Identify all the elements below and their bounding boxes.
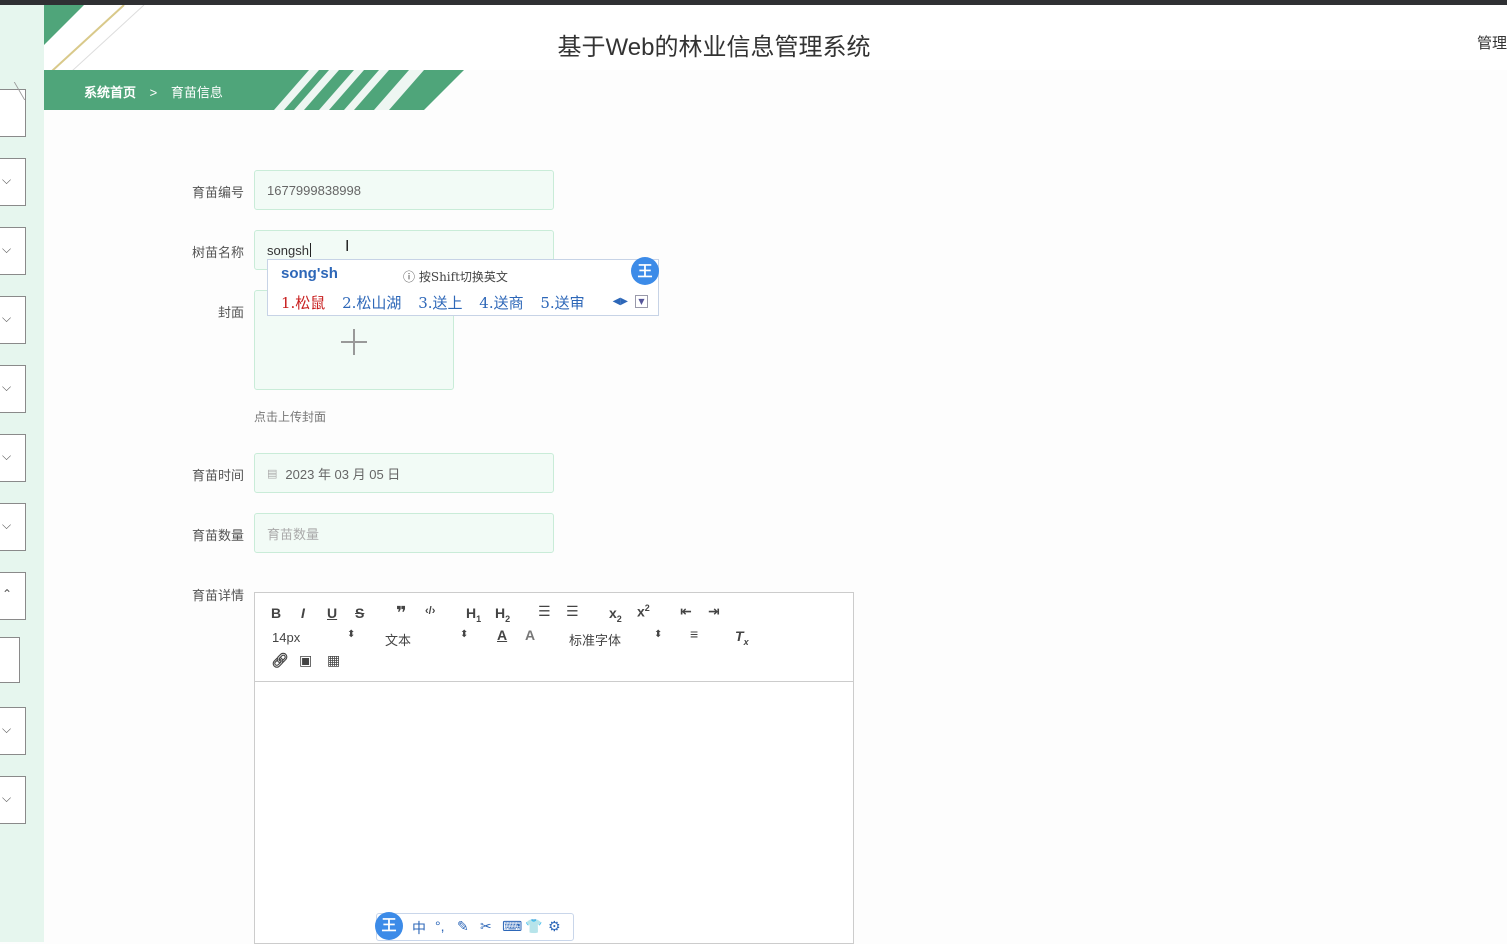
sidebar-item[interactable]: ⌵ — [0, 296, 26, 344]
seedling-id-label: 育苗编号 — [191, 185, 244, 200]
punctuation-icon[interactable]: °, — [435, 918, 445, 934]
seedling-id-input[interactable]: 1677999838998 — [254, 170, 554, 210]
calendar-icon: ▤ — [267, 467, 278, 480]
sidebar-item[interactable]: ⌵ — [0, 503, 26, 551]
font-family-select[interactable]: 标准字体 — [569, 630, 621, 649]
ime-page-arrows-icon[interactable]: ◀▶ — [613, 296, 628, 307]
details-label: 育苗详情 — [191, 588, 244, 603]
ime-candidate[interactable]: 5.送审 — [540, 294, 584, 312]
indent-icon[interactable]: ⇥ — [708, 603, 720, 620]
date-picker[interactable]: ▤ 2023 年 03 月 05 日 — [254, 453, 554, 493]
strikethrough-icon[interactable]: S — [355, 605, 364, 621]
chevron-up-icon: ⌃ — [2, 587, 13, 601]
sidebar-item[interactable]: ⌵ — [0, 365, 26, 413]
sidebar-item-edge — [13, 82, 37, 100]
ime-status-bar: 王 中 °, ✎ ✂ ⌨ 👕 ⚙ — [375, 912, 574, 941]
settings-icon[interactable]: ⚙ — [548, 918, 561, 935]
heading1-icon[interactable]: H1 — [466, 605, 481, 624]
breadcrumb-current: 育苗信息 — [170, 85, 223, 100]
sidebar-strip: ⌵ ⌵ ⌵ ⌵ ⌵ ⌵ ⌃ ⌵ ⌵ — [0, 5, 44, 942]
ime-logo-icon[interactable]: 王 — [375, 912, 403, 940]
ime-logo-icon: 王 — [631, 257, 659, 285]
sidebar-item[interactable]: ⌵ — [0, 158, 26, 206]
page-title: 基于Web的林业信息管理系统 — [557, 34, 871, 61]
sidebar-item[interactable] — [0, 82, 37, 137]
italic-icon[interactable]: I — [301, 605, 305, 621]
rich-text-editor[interactable]: B I U S ❞ ‹/› H1 H2 ☰ ☰ x2 x2 ⇤ ⇥ 14px ⬍… — [254, 592, 854, 944]
breadcrumb-home[interactable]: 系统首页 — [84, 85, 136, 100]
ime-candidate[interactable]: 1.松鼠 — [281, 294, 325, 312]
blockquote-icon[interactable]: ❞ — [396, 603, 407, 624]
bold-icon[interactable]: B — [271, 605, 281, 621]
chevron-down-icon: ⌵ — [2, 722, 12, 736]
ibeam-cursor-icon: I — [345, 238, 350, 255]
subscript-icon[interactable]: x2 — [609, 605, 622, 624]
ordered-list-icon[interactable]: ☰ — [538, 603, 551, 620]
link-icon[interactable]: 🔗︎ — [271, 652, 289, 669]
ime-expand-icon[interactable]: ▼ — [635, 295, 648, 308]
date-label: 育苗时间 — [191, 468, 244, 483]
chevron-down-icon: ⌵ — [2, 518, 12, 532]
breadcrumb: 系统首页 > 育苗信息 — [84, 82, 233, 101]
ime-candidate[interactable]: 4.送商 — [479, 294, 523, 312]
text-caret — [309, 243, 311, 257]
sidebar-item[interactable]: ⌵ — [0, 707, 26, 755]
info-icon: ⓘ — [403, 270, 416, 284]
code-icon[interactable]: ‹/› — [425, 605, 435, 617]
tree-name-label: 树苗名称 — [191, 245, 244, 260]
ime-hint-text: 按Shift切换英文 — [418, 270, 508, 284]
quantity-input[interactable]: 育苗数量 — [254, 513, 554, 553]
bullet-list-icon[interactable]: ☰ — [566, 603, 579, 620]
sidebar-item[interactable]: ⌵ — [0, 434, 26, 482]
chevron-down-icon: ⌵ — [2, 449, 12, 463]
header-select-arrow-icon: ⬍ — [460, 629, 469, 640]
plus-icon — [341, 329, 367, 355]
tree-name-value: songsh — [267, 242, 309, 258]
header: 基于Web的林业信息管理系统 管理 — [44, 5, 1507, 70]
chevron-down-icon: ⌵ — [2, 791, 12, 805]
chevron-down-icon: ⌵ — [2, 242, 12, 256]
text-color-icon[interactable]: A — [497, 627, 507, 643]
skin-icon[interactable]: 👕 — [525, 918, 542, 935]
chevron-down-icon: ⌵ — [2, 380, 12, 394]
ime-candidates: 1.松鼠 2.松山湖 3.送上 4.送商 5.送审 — [281, 292, 597, 313]
sidebar-subitem[interactable] — [0, 637, 20, 683]
keyboard-icon[interactable]: ⌨ — [502, 918, 522, 935]
quantity-label: 育苗数量 — [191, 528, 244, 543]
superscript-icon[interactable]: x2 — [637, 603, 650, 620]
sidebar-item[interactable]: ⌵ — [0, 776, 26, 824]
header-select[interactable]: 文本 — [385, 630, 411, 649]
background-color-icon[interactable]: A — [525, 627, 535, 643]
ime-candidate[interactable]: 3.送上 — [418, 294, 462, 312]
breadcrumb-separator: > — [149, 85, 158, 100]
admin-menu[interactable]: 管理 — [1477, 32, 1507, 53]
cover-upload-hint: 点击上传封面 — [254, 410, 327, 424]
image-icon[interactable]: ▣ — [299, 652, 312, 669]
chinese-mode-icon[interactable]: 中 — [412, 918, 426, 938]
underline-icon[interactable]: U — [327, 605, 337, 621]
header-corner-decoration — [44, 5, 145, 71]
sidebar-item[interactable]: ⌵ — [0, 227, 26, 275]
ime-candidate[interactable]: 2.松山湖 — [342, 294, 401, 312]
heading2-icon[interactable]: H2 — [495, 605, 510, 624]
video-icon[interactable]: ▦ — [327, 652, 340, 669]
date-value: 2023 年 03 月 05 日 — [285, 466, 401, 482]
align-icon[interactable]: ≡ — [690, 626, 698, 642]
ime-candidate-popup: song'sh ⓘ 按Shift切换英文 王 1.松鼠 2.松山湖 3.送上 4… — [267, 257, 659, 316]
editor-toolbar: B I U S ❞ ‹/› H1 H2 ☰ ☰ x2 x2 ⇤ ⇥ 14px ⬍… — [255, 593, 853, 682]
chevron-down-icon: ⌵ — [2, 173, 12, 187]
cover-label: 封面 — [217, 305, 244, 320]
scissors-icon[interactable]: ✂ — [480, 918, 492, 935]
sidebar-item[interactable]: ⌃ — [0, 572, 26, 620]
handwriting-icon[interactable]: ✎ — [457, 918, 469, 935]
font-size-select-arrow-icon: ⬍ — [347, 629, 356, 640]
ime-hint: ⓘ 按Shift切换英文 — [403, 268, 508, 285]
outdent-icon[interactable]: ⇤ — [680, 603, 692, 620]
font-size-select[interactable]: 14px — [272, 630, 300, 645]
chevron-down-icon: ⌵ — [2, 311, 12, 325]
ime-composition: song'sh — [281, 265, 338, 282]
clear-format-icon[interactable]: Tx — [735, 628, 749, 647]
font-family-select-arrow-icon: ⬍ — [654, 629, 663, 640]
